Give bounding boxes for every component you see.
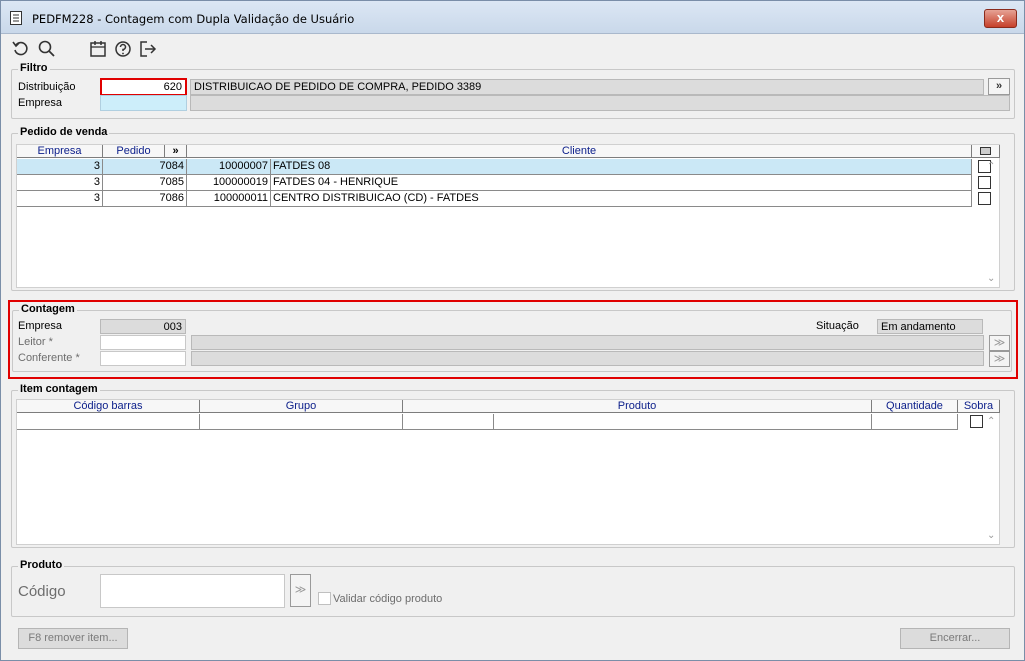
- title-bar: PEDFM228 - Contagem com Dupla Validação …: [1, 1, 1024, 34]
- item-contagem-group: Item contagem Código barras Grupo Produt…: [11, 383, 1015, 548]
- cell-pedido: 7085: [103, 175, 187, 191]
- leitor-lookup-button[interactable]: ≫: [989, 335, 1010, 351]
- leitor-description: [191, 335, 984, 350]
- lookup-icon: ≫: [993, 353, 1006, 365]
- close-icon: x: [996, 10, 1005, 25]
- codigo-input[interactable]: [100, 574, 285, 608]
- cell-cliente: CENTRO DISTRIBUICAO (CD) - FATDES: [271, 191, 972, 207]
- conferente-description: [191, 351, 984, 366]
- cell-empresa: 3: [17, 175, 103, 191]
- refresh-icon[interactable]: [11, 39, 31, 59]
- distribuicao-description: DISTRIBUICAO DE PEDIDO DE COMPRA, PEDIDO…: [190, 79, 984, 95]
- distribuicao-label: Distribuição: [18, 81, 76, 93]
- cell-codigo: 100000011: [187, 191, 271, 207]
- contagem-title: Contagem: [19, 303, 77, 315]
- cell-quantidade: [872, 414, 958, 430]
- column-header-empresa[interactable]: Empresa: [17, 145, 103, 158]
- remover-item-button[interactable]: F8 remover item...: [18, 628, 128, 649]
- filtro-title: Filtro: [18, 62, 50, 74]
- contagem-empresa-label: Empresa: [18, 320, 63, 332]
- column-header-cliente[interactable]: Cliente: [187, 145, 972, 158]
- scroll-up-icon[interactable]: ⌃: [987, 161, 995, 172]
- column-header-quantidade[interactable]: Quantidade: [872, 400, 958, 413]
- lookup-icon: ≫: [993, 337, 1006, 349]
- produto-title: Produto: [18, 559, 65, 571]
- codigo-label: Código: [18, 583, 66, 600]
- calendar-icon[interactable]: [88, 39, 108, 59]
- cell-codigo: 100000019: [187, 175, 271, 191]
- column-header-expand[interactable]: »: [165, 145, 187, 158]
- leitor-label: Leitor *: [18, 336, 53, 348]
- cell-pedido: 7084: [103, 159, 187, 175]
- empresa-input[interactable]: [100, 95, 187, 111]
- row-checkbox[interactable]: [978, 176, 991, 189]
- column-header-produto[interactable]: Produto: [403, 400, 872, 413]
- document-icon: [10, 11, 22, 25]
- cell-codigo-barras: [17, 414, 200, 430]
- column-header-grupo[interactable]: Grupo: [200, 400, 403, 413]
- pedido-venda-group: Pedido de venda Empresa Pedido » Cliente…: [11, 126, 1015, 291]
- contagem-group: Contagem Empresa 003 Situação Em andamen…: [12, 303, 1012, 372]
- scroll-up-icon[interactable]: ⌃: [987, 416, 995, 427]
- conferente-input[interactable]: [100, 351, 186, 366]
- conferente-lookup-button[interactable]: ≫: [989, 351, 1010, 367]
- encerrar-button[interactable]: Encerrar...: [900, 628, 1010, 649]
- cell-codigo: 10000007: [187, 159, 271, 175]
- empresa-label: Empresa: [18, 97, 63, 109]
- search-icon[interactable]: [37, 39, 57, 59]
- situacao-label: Situação: [816, 320, 859, 332]
- situacao-input: Em andamento: [877, 319, 983, 334]
- empresa-description: [190, 95, 1010, 111]
- leitor-input[interactable]: [100, 335, 186, 350]
- column-header-pedido[interactable]: Pedido: [103, 145, 165, 158]
- close-button[interactable]: x: [984, 9, 1017, 28]
- cell-empresa: 3: [17, 191, 103, 207]
- codigo-lookup-button[interactable]: ≫: [290, 574, 311, 607]
- main-window: PEDFM228 - Contagem com Dupla Validação …: [0, 0, 1025, 661]
- cell-empresa: 3: [17, 159, 103, 175]
- pedido-venda-title: Pedido de venda: [18, 126, 110, 138]
- cell-produto-codigo: [403, 414, 494, 430]
- pedido-venda-table: Empresa Pedido » Cliente 3 7084 10000007…: [16, 144, 1000, 288]
- column-header-select-all[interactable]: [972, 145, 1000, 158]
- validar-label: Validar código produto: [333, 593, 443, 605]
- cell-cliente: FATDES 04 - HENRIQUE: [271, 175, 972, 191]
- column-header-codigo-barras[interactable]: Código barras: [17, 400, 200, 413]
- cell-cliente: FATDES 08: [271, 159, 972, 175]
- cell-produto: [494, 414, 872, 430]
- conferente-label: Conferente *: [18, 352, 80, 364]
- table-row[interactable]: 3 7086 100000011 CENTRO DISTRIBUICAO (CD…: [17, 191, 972, 207]
- scroll-down-icon[interactable]: ⌄: [987, 530, 995, 541]
- sobra-checkbox[interactable]: [970, 415, 983, 428]
- distribuicao-input[interactable]: 620: [100, 78, 187, 96]
- filtro-group: Filtro Distribuição 620 DISTRIBUICAO DE …: [11, 62, 1015, 119]
- exit-icon[interactable]: [138, 39, 158, 59]
- help-icon[interactable]: [113, 39, 133, 59]
- table-row[interactable]: 3 7085 100000019 FATDES 04 - HENRIQUE: [17, 175, 972, 191]
- table-row[interactable]: [17, 414, 958, 430]
- item-contagem-title: Item contagem: [18, 383, 100, 395]
- distribuicao-more-button[interactable]: »: [988, 78, 1010, 95]
- validar-checkbox[interactable]: [318, 592, 331, 605]
- row-checkbox[interactable]: [978, 192, 991, 205]
- item-contagem-table: Código barras Grupo Produto Quantidade S…: [16, 399, 1000, 545]
- produto-group: Produto Código ≫ Validar código produto: [11, 559, 1015, 617]
- select-all-icon: [980, 147, 991, 155]
- cell-grupo: [200, 414, 403, 430]
- table-row[interactable]: 3 7084 10000007 FATDES 08: [17, 159, 972, 175]
- column-header-sobra[interactable]: Sobra: [958, 400, 1000, 413]
- window-title: PEDFM228 - Contagem com Dupla Validação …: [32, 12, 355, 26]
- lookup-icon: ≫: [294, 584, 307, 596]
- scroll-down-icon[interactable]: ⌄: [987, 273, 995, 284]
- cell-pedido: 7086: [103, 191, 187, 207]
- contagem-empresa-input: 003: [100, 319, 186, 334]
